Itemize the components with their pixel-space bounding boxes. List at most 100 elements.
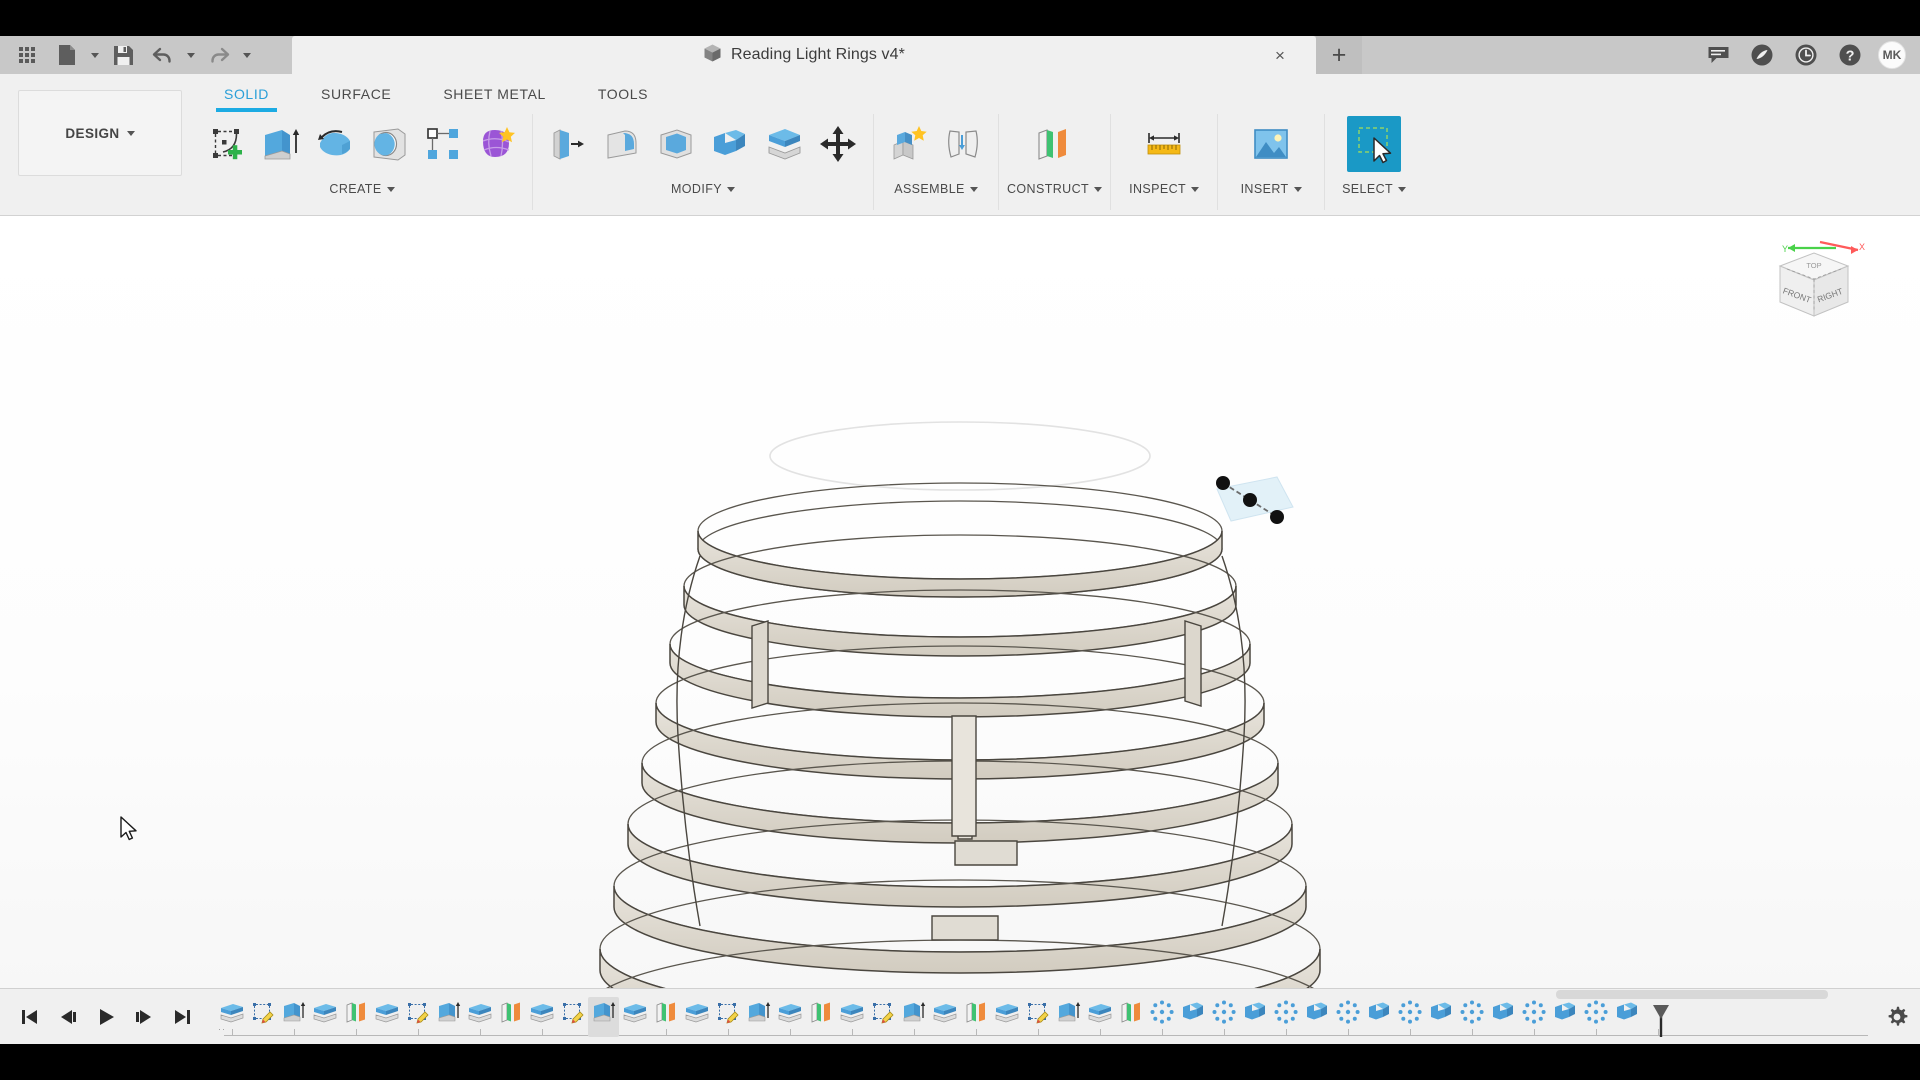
timeline-feature-construct-plane[interactable] [805,997,836,1037]
press-pull-icon[interactable] [541,116,595,172]
redo-icon[interactable] [200,38,238,72]
timeline-feature-sketch[interactable] [402,997,433,1037]
timeline-track[interactable]: ·· [216,989,1874,1045]
panel-label-insert[interactable]: INSERT [1226,182,1316,196]
offset-face-icon[interactable] [757,116,811,172]
form-icon[interactable] [470,116,524,172]
undo-icon[interactable] [144,38,182,72]
help-icon[interactable]: ? [1830,36,1870,74]
timeline-feature-circular-pattern[interactable] [1332,997,1363,1037]
tab-tools[interactable]: TOOLS [572,80,674,108]
timeline-feature-offset-plane[interactable] [681,997,712,1037]
offset-plane-icon[interactable] [1025,116,1079,172]
timeline-play[interactable] [94,1003,118,1031]
timeline-feature-circular-pattern[interactable] [1518,997,1549,1037]
timeline-feature-circular-pattern[interactable] [1146,997,1177,1037]
timeline-feature-construct-plane[interactable] [650,997,681,1037]
panel-label-select[interactable]: SELECT [1333,182,1415,196]
timeline-feature-offset-plane[interactable] [309,997,340,1037]
timeline-feature-circular-pattern[interactable] [1394,997,1425,1037]
timeline-feature-offset-plane[interactable] [216,997,247,1037]
timeline-feature-construct-plane[interactable] [1115,997,1146,1037]
timeline-feature-offset-plane[interactable] [619,997,650,1037]
timeline-feature-offset-plane[interactable] [371,997,402,1037]
create-sketch-icon[interactable] [200,116,254,172]
timeline-feature-circular-pattern[interactable] [1270,997,1301,1037]
tab-surface[interactable]: SURFACE [295,80,417,108]
timeline-feature-extrude[interactable] [1053,997,1084,1037]
timeline-feature-extrude[interactable] [278,997,309,1037]
pattern-icon[interactable] [416,116,470,172]
timeline-feature-construct-plane[interactable] [495,997,526,1037]
model-3d[interactable] [0,216,1920,988]
timeline-feature-offset-plane[interactable] [991,997,1022,1037]
close-icon[interactable]: × [1270,45,1290,65]
document-tab[interactable]: Reading Light Rings v4* × [292,36,1316,74]
timeline-feature-extrude[interactable] [433,997,464,1037]
timeline-feature-combine[interactable] [1425,997,1456,1037]
file-icon[interactable] [48,38,86,72]
redo-caret-icon[interactable] [240,38,254,72]
workspace-selector[interactable]: DESIGN [18,90,182,176]
combine-icon[interactable] [703,116,757,172]
timeline-feature-circular-pattern[interactable] [1580,997,1611,1037]
panel-label-construct[interactable]: CONSTRUCT [1007,182,1103,196]
file-caret-icon[interactable] [88,38,102,72]
joint-icon[interactable] [936,116,990,172]
panel-label-create[interactable]: CREATE [200,182,524,196]
timeline-feature-combine[interactable] [1549,997,1580,1037]
timeline-feature-offset-plane[interactable] [836,997,867,1037]
timeline-feature-sketch[interactable] [247,997,278,1037]
timeline-feature-combine[interactable] [1611,997,1642,1037]
timeline-feature-construct-plane[interactable] [960,997,991,1037]
move-copy-icon[interactable] [811,116,865,172]
panel-label-inspect[interactable]: INSPECT [1119,182,1209,196]
comments-icon[interactable] [1698,36,1738,74]
timeline-feature-sketch[interactable] [557,997,588,1037]
timeline-feature-combine[interactable] [1239,997,1270,1037]
extrude-icon[interactable] [254,116,308,172]
timeline-feature-offset-plane[interactable] [464,997,495,1037]
timeline-feature-construct-plane[interactable] [340,997,371,1037]
timeline-feature-extrude[interactable] [743,997,774,1037]
view-cube[interactable]: Y X FRONT RIGHT TOP [1758,228,1868,338]
avatar[interactable]: MK [1878,41,1906,69]
fillet-icon[interactable] [595,116,649,172]
timeline-feature-offset-plane[interactable] [1084,997,1115,1037]
new-component-icon[interactable] [882,116,936,172]
recent-icon[interactable] [1786,36,1826,74]
tab-solid[interactable]: SOLID [198,80,295,112]
timeline-feature-combine[interactable] [1177,997,1208,1037]
measure-icon[interactable] [1137,116,1191,172]
timeline-playhead[interactable] [1652,1003,1670,1039]
timeline-feature-sketch[interactable] [712,997,743,1037]
undo-caret-icon[interactable] [184,38,198,72]
job-status-icon[interactable] [1742,36,1782,74]
timeline-feature-combine[interactable] [1301,997,1332,1037]
construction-plane-with-points[interactable] [1205,461,1305,539]
canvas-viewport[interactable]: Y X FRONT RIGHT TOP [0,216,1920,988]
panel-label-assemble[interactable]: ASSEMBLE [882,182,990,196]
timeline-skip-end[interactable] [170,1003,194,1031]
app-grid-icon[interactable] [8,38,46,72]
timeline-feature-circular-pattern[interactable] [1456,997,1487,1037]
shell-icon[interactable] [649,116,703,172]
timeline-feature-sketch[interactable] [867,997,898,1037]
revolve-icon[interactable] [308,116,362,172]
timeline-step-back[interactable] [56,1003,80,1031]
timeline-feature-offset-plane[interactable] [929,997,960,1037]
tab-sheet-metal[interactable]: SHEET METAL [417,80,572,108]
timeline-feature-combine[interactable] [1487,997,1518,1037]
select-icon[interactable] [1347,116,1402,172]
hole-icon[interactable] [362,116,416,172]
timeline-feature-extrude[interactable] [588,996,619,1037]
new-tab-button[interactable]: + [1316,36,1362,74]
timeline-feature-sketch[interactable] [1022,997,1053,1037]
timeline-feature-extrude[interactable] [898,997,929,1037]
save-icon[interactable] [104,38,142,72]
gear-icon[interactable] [1874,1005,1920,1029]
timeline-feature-combine[interactable] [1363,997,1394,1037]
timeline-step-forward[interactable] [132,1003,156,1031]
timeline-feature-offset-plane[interactable] [526,997,557,1037]
timeline-feature-offset-plane[interactable] [774,997,805,1037]
